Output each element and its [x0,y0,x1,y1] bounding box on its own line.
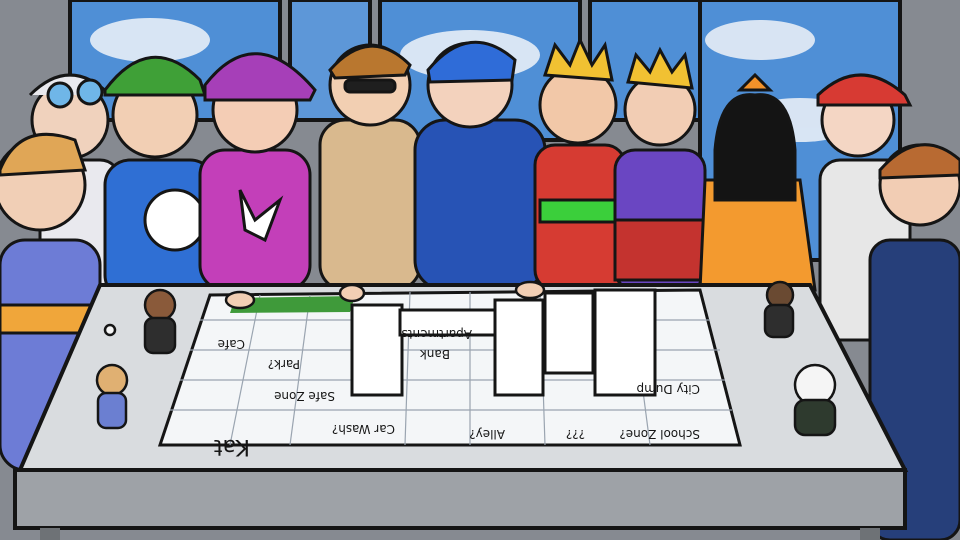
map-label-park: Park? [268,357,300,371]
map-label-question: ??? [566,427,585,441]
map-label-apartments: Apartments [402,327,472,341]
map-label-kat: Kat [213,434,250,459]
map-label-city-dump: City Dump [637,382,701,396]
figurine-dark [763,280,795,339]
figurine-blonde [95,363,129,430]
scene-illustration: Cafe Park? Safe Zone Car Wash? Bank Apar… [0,0,960,540]
figurine-sheep [793,363,837,437]
map-label-bank: Bank [420,347,450,361]
city-map [157,288,742,447]
purple-cap-kid [198,52,317,292]
map-label-school-zone: School Zone? [619,427,700,441]
map-label-safe-zone: Safe Zone [274,389,335,403]
map-label-cafe: Cafe [218,337,245,351]
map-label-car-wash: Car Wash? [332,422,395,436]
tan-hoodie-kid [318,43,422,292]
figurine-small [103,323,117,337]
map-label-alley: Alley? [469,427,505,441]
figurine-brown [143,288,177,355]
drawing-canvas: Cafe Park? Safe Zone Car Wash? Bank Apar… [0,0,960,540]
